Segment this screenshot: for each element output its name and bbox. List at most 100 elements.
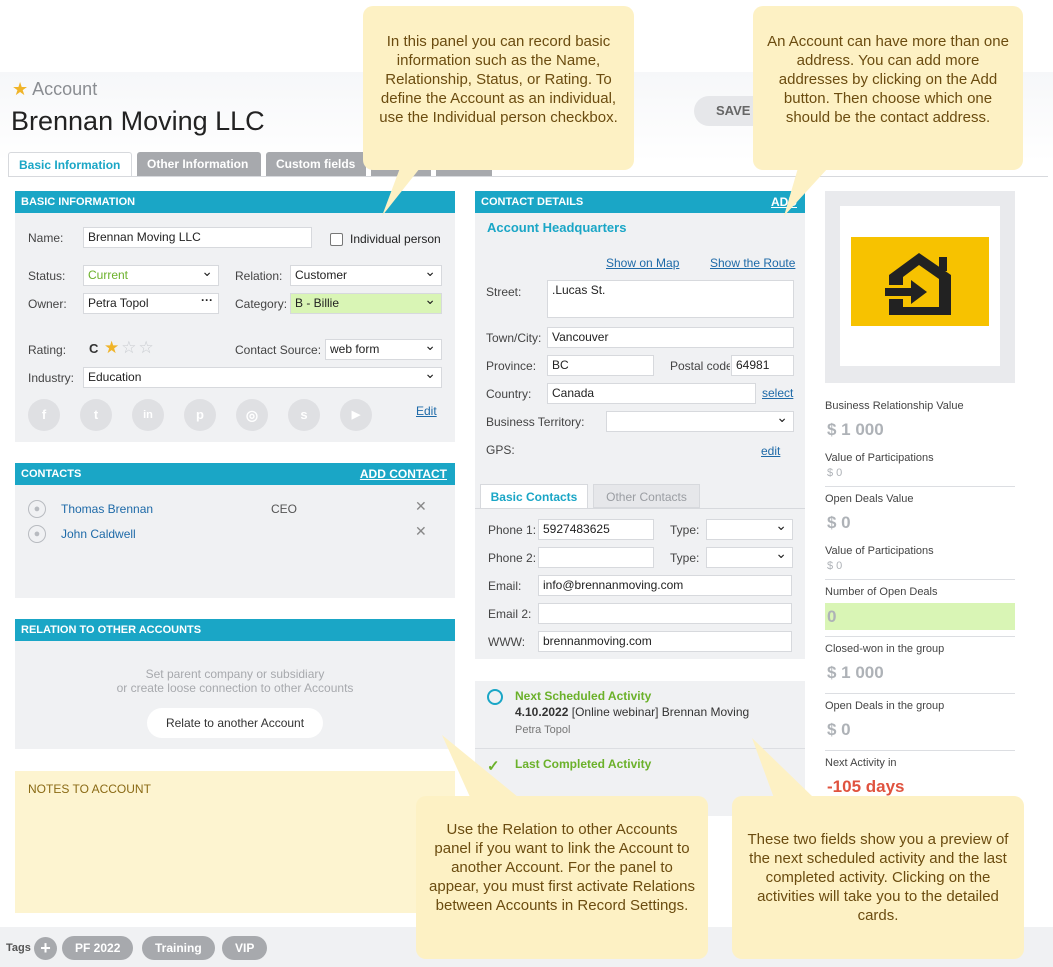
province-input[interactable]: BC [547, 355, 654, 376]
notes-title: NOTES TO ACCOUNT [28, 782, 151, 796]
country-select-link[interactable]: select [762, 386, 793, 400]
tooltip-pointer [442, 735, 518, 797]
stat-separator [825, 579, 1015, 580]
page-title: Brennan Moving LLC [11, 106, 265, 136]
province-label: Province: [486, 359, 537, 373]
contact-name[interactable]: John Caldwell [61, 527, 136, 541]
rating-stars[interactable]: ★☆☆ [104, 338, 156, 358]
contact-details-title: CONTACT DETAILS [481, 196, 584, 208]
show-route-link[interactable]: Show the Route [710, 256, 795, 270]
street-label: Street: [486, 285, 522, 299]
youtube-icon[interactable]: ▶ [340, 399, 372, 431]
more-icon[interactable]: ··· [201, 294, 213, 310]
contacts-header: CONTACTS Add Contact [15, 463, 455, 485]
relation-label: Relation: [235, 269, 283, 283]
skype-icon[interactable]: s [288, 399, 320, 431]
next-activity-date: 4.10.2022 [515, 705, 569, 719]
company-logo [851, 237, 989, 326]
remove-icon[interactable]: ✕ [415, 523, 427, 540]
facebook-icon[interactable]: f [28, 399, 60, 431]
name-input[interactable]: Brennan Moving LLC [83, 227, 312, 248]
socials-edit-link[interactable]: Edit [416, 404, 437, 418]
add-contact-link[interactable]: Add Contact [360, 463, 447, 485]
open-deals-count-box [825, 603, 1015, 630]
contact-tab-divider [475, 508, 805, 509]
owner-value: Petra Topol [88, 296, 149, 310]
stat-label: Value of Participations [825, 452, 934, 464]
tab-other-contacts[interactable]: Other Contacts [593, 484, 700, 508]
stat-label: Number of Open Deals [825, 586, 938, 598]
breadcrumb: ★ Account [12, 79, 97, 100]
last-activity-title[interactable]: Last Completed Activity [515, 757, 651, 771]
tooltip-relations: Use the Relation to other Accounts panel… [416, 796, 708, 959]
territory-label: Business Territory: [486, 415, 585, 429]
tooltip-address: An Account can have more than one addres… [753, 6, 1023, 170]
show-on-map-link[interactable]: Show on Map [606, 256, 679, 270]
status-label: Status: [28, 269, 66, 283]
tab-basic-contacts[interactable]: Basic Contacts [480, 484, 588, 508]
relation-select[interactable]: Customer [290, 265, 442, 286]
street-input[interactable]: .Lucas St. [547, 280, 794, 318]
phone1-input[interactable]: 5927483625 [538, 519, 654, 540]
add-tag-icon[interactable]: + [34, 937, 57, 960]
postal-code-input[interactable]: 64981 [731, 355, 794, 376]
star-empty-icon[interactable]: ☆ [139, 338, 156, 357]
next-activity-text[interactable]: 4.10.2022 [Online webinar] Brennan Movin… [515, 705, 749, 719]
stat-separator [825, 750, 1015, 751]
tags-label: Tags [6, 942, 31, 954]
tab-basic-information[interactable]: Basic Information [8, 152, 132, 176]
stat-subvalue: $ 0 [827, 467, 843, 479]
town-input[interactable]: Vancouver [547, 327, 794, 348]
remove-icon[interactable]: ✕ [415, 498, 427, 515]
twitter-icon[interactable]: t [80, 399, 112, 431]
individual-person-checkbox[interactable] [330, 233, 343, 246]
tab-other-information[interactable]: Other Information [137, 152, 261, 176]
country-input[interactable]: Canada [547, 383, 756, 404]
www-label: WWW: [488, 635, 526, 649]
instagram-icon[interactable]: ◎ [236, 399, 268, 431]
phone2-type-select[interactable] [706, 547, 793, 568]
pinterest-icon[interactable]: p [184, 399, 216, 431]
territory-select[interactable] [606, 411, 794, 432]
stat-separator [825, 636, 1015, 637]
country-label: Country: [486, 387, 532, 401]
email2-label: Email 2: [488, 607, 532, 621]
www-input[interactable]: brennanmoving.com [538, 631, 792, 652]
notes-panel[interactable]: NOTES TO ACCOUNT [15, 771, 455, 913]
person-icon: ● [28, 525, 46, 543]
individual-person-label: Individual person [350, 232, 441, 246]
star-filled-icon[interactable]: ★ [104, 338, 121, 357]
house-arrow-icon [885, 253, 951, 315]
phone2-input[interactable] [538, 547, 654, 568]
email2-input[interactable] [538, 603, 792, 624]
linkedin-icon[interactable]: in [132, 399, 164, 431]
category-select[interactable]: B - Billie [290, 293, 442, 314]
tooltip-pointer [382, 168, 420, 216]
contact-source-select[interactable]: web form [325, 339, 442, 360]
contact-name[interactable]: Thomas Brennan [61, 502, 153, 516]
town-label: Town/City: [486, 331, 542, 345]
owner-label: Owner: [28, 297, 67, 311]
stat-value: $ 0 [827, 513, 851, 532]
address-title[interactable]: Account Headquarters [487, 220, 626, 235]
tab-divider [8, 176, 1048, 177]
tag-pill[interactable]: VIP [222, 936, 268, 960]
status-select[interactable]: Current [83, 265, 219, 286]
next-activity-title[interactable]: Next Scheduled Activity [515, 689, 651, 703]
tag-pill[interactable]: Training [142, 936, 215, 960]
star-empty-icon[interactable]: ☆ [121, 338, 138, 357]
stat-value: $ 1 000 [827, 663, 884, 682]
relate-account-button[interactable]: Relate to another Account [147, 708, 323, 738]
owner-input[interactable]: Petra Topol ··· [83, 293, 219, 314]
stat-separator [825, 693, 1015, 694]
gps-edit-link[interactable]: edit [761, 444, 780, 458]
rating-label: Rating: [28, 343, 67, 357]
industry-select[interactable]: Education [83, 367, 442, 388]
tab-custom-fields[interactable]: Custom fields [266, 152, 366, 176]
email-input[interactable]: info@brennanmoving.com [538, 575, 792, 596]
stat-value: 0 [827, 607, 837, 626]
star-icon[interactable]: ★ [12, 79, 28, 99]
stat-label: Open Deals Value [825, 493, 914, 505]
phone1-type-select[interactable] [706, 519, 793, 540]
tag-pill[interactable]: PF 2022 [62, 936, 134, 960]
